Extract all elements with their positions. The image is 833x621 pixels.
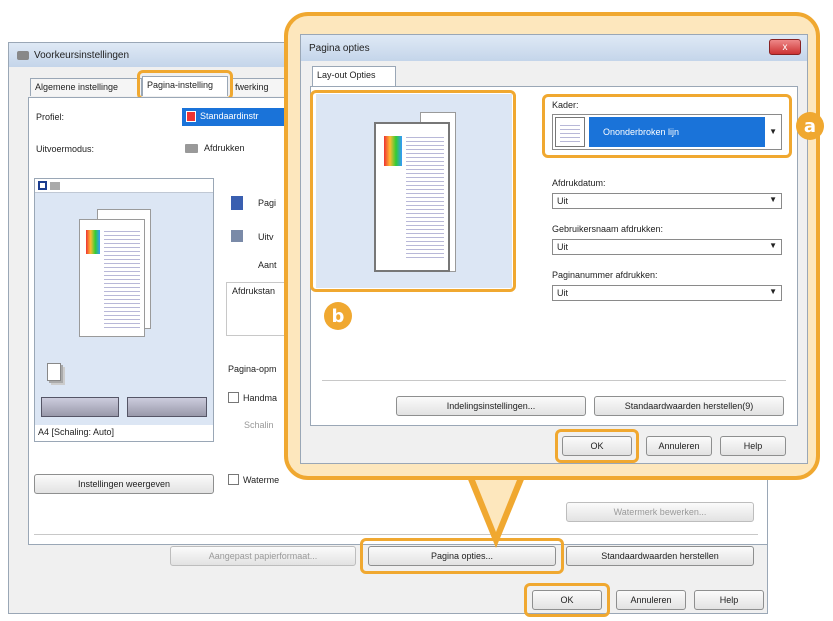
close-icon: x xyxy=(782,41,788,53)
print-date-select[interactable]: Uit ▼ xyxy=(552,193,782,209)
back-preview-page-front xyxy=(79,219,145,337)
dialog-cancel-button[interactable]: Annuleren xyxy=(646,436,712,456)
printer-icon xyxy=(17,50,29,60)
profile-select[interactable]: Standaardinstr xyxy=(182,108,287,126)
print-date-label: Afdrukdatum: xyxy=(552,178,606,188)
watermark-edit-button[interactable]: Watermerk bewerken... xyxy=(566,502,754,522)
tab-highlight xyxy=(137,70,233,100)
dialog-title: Pagina opties xyxy=(309,42,370,54)
dialog-restore-defaults-button[interactable]: Standaardwaarden herstellen(9) xyxy=(594,396,784,416)
bottom-divider xyxy=(34,534,758,535)
preview-highlight xyxy=(310,90,516,292)
watermark-checkbox[interactable] xyxy=(228,474,239,485)
manual-label: Handma xyxy=(243,393,278,403)
text-lines xyxy=(104,228,140,328)
dialog-ok-highlight xyxy=(555,429,639,463)
layout-settings-button[interactable]: Indelingsinstellingen... xyxy=(396,396,586,416)
page-layout-icon[interactable] xyxy=(38,181,47,190)
callout-badge-b: b xyxy=(324,302,352,330)
back-preview: A4 [Schaling: Auto] xyxy=(34,178,214,442)
manual-checkbox[interactable] xyxy=(228,392,239,403)
page-size-label: Pagi xyxy=(258,198,277,208)
watermark-label: Waterme xyxy=(243,475,280,485)
print-username-label: Gebruikersnaam afdrukken: xyxy=(552,224,664,234)
size-info: A4 [Schaling: Auto] xyxy=(35,425,213,441)
stack-icon xyxy=(47,363,61,381)
copies-label: Aant xyxy=(258,260,277,270)
tab-layout-options[interactable]: Lay-out Opties xyxy=(312,66,396,86)
custom-paper-button[interactable]: Aangepast papierformaat... xyxy=(170,546,356,566)
profile-label: Profiel: xyxy=(36,112,65,122)
print-pagenum-label: Paginanummer afdrukken: xyxy=(552,270,658,280)
profile-icon xyxy=(186,111,196,122)
chevron-down-icon: ▼ xyxy=(769,195,777,204)
restore-defaults-button[interactable]: Standaardwaarden herstellen xyxy=(566,546,754,566)
page-options-area-label: Pagina-opm xyxy=(228,364,277,374)
chevron-down-icon: ▼ xyxy=(769,287,777,296)
printer-small-icon[interactable] xyxy=(50,182,60,190)
back-cancel-button[interactable]: Annuleren xyxy=(616,590,686,610)
preferences-title: Voorkeursinstellingen xyxy=(34,49,130,61)
output-size-label: Uitv xyxy=(258,232,274,242)
callout-badge-a: a xyxy=(796,112,824,140)
color-bar-icon xyxy=(86,230,100,254)
scaling-label: Schalin xyxy=(244,420,274,430)
dialog-titlebar: Pagina opties xyxy=(301,35,807,61)
layout-toggle-left[interactable] xyxy=(41,397,119,417)
frame-highlight xyxy=(542,94,792,158)
page-size-icon xyxy=(231,196,243,210)
output-mode-select[interactable]: Afdrukken xyxy=(182,140,287,158)
back-ok-highlight xyxy=(524,583,610,617)
show-settings-button[interactable]: Instellingen weergeven xyxy=(34,474,214,494)
chevron-down-icon: ▼ xyxy=(769,241,777,250)
layout-toggle-right[interactable] xyxy=(127,397,207,417)
back-help-button[interactable]: Help xyxy=(694,590,764,610)
output-mode-label: Uitvoermodus: xyxy=(36,144,95,154)
dialog-divider xyxy=(322,380,786,381)
dialog-help-button[interactable]: Help xyxy=(720,436,786,456)
orientation-label: Afdrukstan xyxy=(232,286,276,296)
output-size-icon xyxy=(231,230,243,242)
print-username-select[interactable]: Uit ▼ xyxy=(552,239,782,255)
dialog-close-button[interactable]: x xyxy=(769,39,801,55)
print-pagenum-select[interactable]: Uit ▼ xyxy=(552,285,782,301)
printer-icon xyxy=(185,144,198,153)
tab-finishing[interactable]: fwerking xyxy=(230,78,290,96)
tab-general[interactable]: Algemene instellinge xyxy=(30,78,142,96)
preview-toolbar xyxy=(35,179,213,193)
